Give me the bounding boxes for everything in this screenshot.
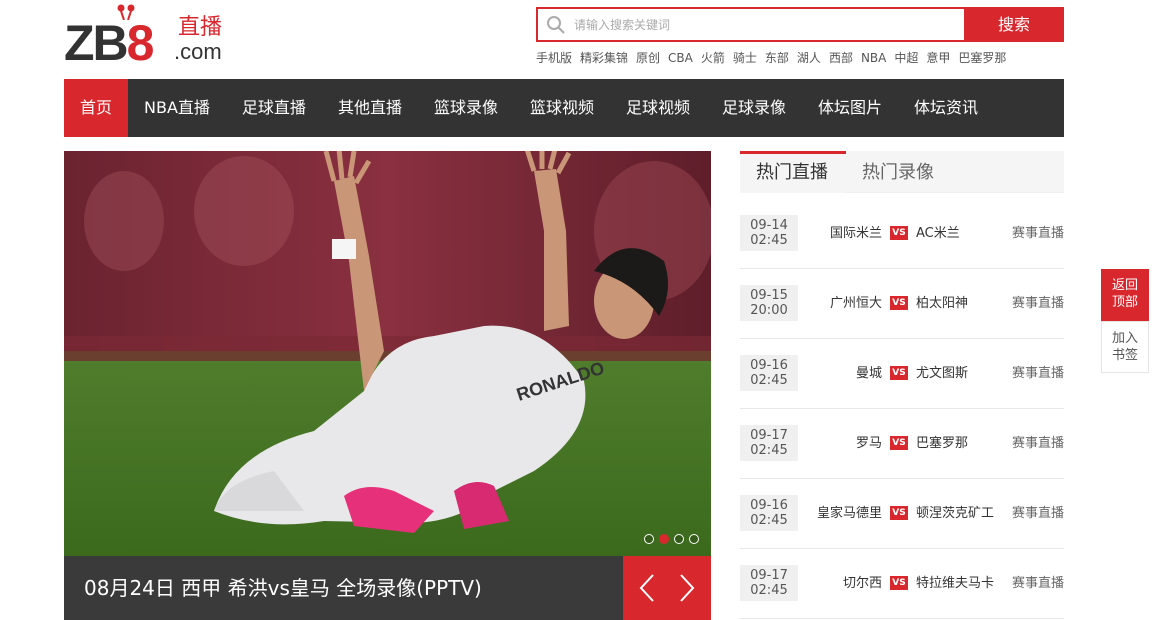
slider-dots <box>644 534 699 544</box>
hotword-link[interactable]: 骑士 <box>733 51 757 65</box>
nav-item-basketball-video[interactable]: 篮球视频 <box>514 79 610 137</box>
away-team[interactable]: 特拉维夫马卡 <box>916 572 994 591</box>
away-team[interactable]: AC米兰 <box>916 222 960 241</box>
hotword-link[interactable]: 意甲 <box>926 51 950 65</box>
hotword-link[interactable]: CBA <box>668 51 693 65</box>
search-box: 搜索 <box>536 7 1064 42</box>
hot-keywords: 手机版 精彩集锦 原创 CBA 火箭 骑士 东部 湖人 西部 NBA 中超 意甲 巴塞罗那 <box>536 49 1014 66</box>
vs-badge: VS <box>890 366 908 380</box>
search-button[interactable]: 搜索 <box>964 7 1064 42</box>
match-row: 09-16 02:45 曼城 VS 尤文图斯 赛事直播 <box>740 339 1064 409</box>
hotword-link[interactable]: NBA <box>861 51 886 65</box>
match-row: 09-14 02:45 国际米兰 VS AC米兰 赛事直播 <box>740 199 1064 269</box>
match-row: 09-15 20:00 广州恒大 VS 柏太阳神 赛事直播 <box>740 269 1064 339</box>
site-logo[interactable]: ZB8 直播 .com <box>64 4 234 68</box>
match-row: 09-17 02:45 切尔西 VS 特拉维夫马卡 赛事直播 <box>740 549 1064 619</box>
nav-item-basketball-replay[interactable]: 篮球录像 <box>418 79 514 137</box>
match-live-link[interactable]: 赛事直播 <box>1012 502 1064 521</box>
away-team[interactable]: 巴塞罗那 <box>916 432 968 451</box>
featured-slider: RONALDO 08月24日 西甲 希洪vs皇马 全场录像(PPTV) <box>64 151 711 620</box>
nav-item-football-live[interactable]: 足球直播 <box>226 79 322 137</box>
match-list: 09-14 02:45 国际米兰 VS AC米兰 赛事直播 09-15 20:00 … <box>740 199 1064 619</box>
vs-badge: VS <box>890 576 908 590</box>
vs-badge: VS <box>890 436 908 450</box>
match-live-link[interactable]: 赛事直播 <box>1012 362 1064 381</box>
home-team[interactable]: 国际米兰 <box>830 222 882 241</box>
nav-item-sports-news[interactable]: 体坛资讯 <box>898 79 994 137</box>
nav-item-home[interactable]: 首页 <box>64 79 129 137</box>
nav-item-football-replay[interactable]: 足球录像 <box>706 79 802 137</box>
match-datetime: 09-16 02:45 <box>740 355 798 391</box>
logo-domain: .com <box>174 39 222 64</box>
home-team[interactable]: 罗马 <box>856 432 882 451</box>
match-live-link[interactable]: 赛事直播 <box>1012 432 1064 451</box>
hot-panel: 热门直播 热门录像 09-14 02:45 国际米兰 VS AC米兰 赛事直播 0… <box>740 151 1064 620</box>
hotword-link[interactable]: 湖人 <box>797 51 821 65</box>
slide-caption[interactable]: 08月24日 西甲 希洪vs皇马 全场录像(PPTV) <box>64 556 623 620</box>
floating-tools: 返回 顶部 加入 书签 <box>1101 269 1149 373</box>
hotword-link[interactable]: 巴塞罗那 <box>958 51 1006 65</box>
logo-wordmark: ZB8 <box>64 15 154 71</box>
home-team[interactable]: 切尔西 <box>843 572 882 591</box>
home-team[interactable]: 皇家马德里 <box>817 502 882 521</box>
match-datetime: 09-17 02:45 <box>740 425 798 461</box>
match-live-link[interactable]: 赛事直播 <box>1012 222 1064 241</box>
slider-dot[interactable] <box>674 534 684 544</box>
slider-dot-active[interactable] <box>659 534 669 544</box>
match-row: 09-17 02:45 罗马 VS 巴塞罗那 赛事直播 <box>740 409 1064 479</box>
hotword-link[interactable]: 中超 <box>894 51 918 65</box>
hotword-link[interactable]: 手机版 <box>536 51 572 65</box>
match-datetime: 09-15 20:00 <box>740 285 798 321</box>
slider-dot[interactable] <box>689 534 699 544</box>
tab-hot-live[interactable]: 热门直播 <box>740 151 846 193</box>
vs-badge: VS <box>890 226 908 240</box>
match-live-link[interactable]: 赛事直播 <box>1012 572 1064 591</box>
chevron-left-icon[interactable] <box>635 572 659 604</box>
featured-photo[interactable]: RONALDO <box>64 151 711 556</box>
away-team[interactable]: 顿涅茨克矿工 <box>916 502 994 521</box>
logo-zhibo: 直播 <box>178 15 223 40</box>
nav-item-other-live[interactable]: 其他直播 <box>322 79 418 137</box>
hotword-link[interactable]: 原创 <box>636 51 660 65</box>
slider-dot[interactable] <box>644 534 654 544</box>
match-datetime: 09-17 02:45 <box>740 565 798 601</box>
back-to-top-button[interactable]: 返回 顶部 <box>1101 269 1149 321</box>
nav-item-football-video[interactable]: 足球视频 <box>610 79 706 137</box>
away-team[interactable]: 柏太阳神 <box>916 292 968 311</box>
away-team[interactable]: 尤文图斯 <box>916 362 968 381</box>
vs-badge: VS <box>890 506 908 520</box>
nav-item-nba-live[interactable]: NBA直播 <box>128 79 226 137</box>
match-row: 09-16 02:45 皇家马德里 VS 顿涅茨克矿工 赛事直播 <box>740 479 1064 549</box>
nav-item-sports-photos[interactable]: 体坛图片 <box>802 79 898 137</box>
home-team[interactable]: 广州恒大 <box>830 292 882 311</box>
add-bookmark-button[interactable]: 加入 书签 <box>1101 321 1149 373</box>
match-datetime: 09-14 02:45 <box>740 215 798 251</box>
search-icon <box>547 16 565 34</box>
home-team[interactable]: 曼城 <box>856 362 882 381</box>
tab-hot-replay[interactable]: 热门录像 <box>846 151 950 193</box>
match-datetime: 09-16 02:45 <box>740 495 798 531</box>
vs-badge: VS <box>890 296 908 310</box>
hotword-link[interactable]: 精彩集锦 <box>580 51 628 65</box>
chevron-right-icon[interactable] <box>675 572 699 604</box>
search-input[interactable] <box>574 9 964 40</box>
panel-tabs: 热门直播 热门录像 <box>740 151 1064 193</box>
hotword-link[interactable]: 火箭 <box>701 51 725 65</box>
slider-controls <box>623 556 711 620</box>
main-nav: 首页 NBA直播 足球直播 其他直播 篮球录像 篮球视频 足球视频 足球录像 体… <box>64 79 1064 137</box>
hotword-link[interactable]: 东部 <box>765 51 789 65</box>
match-live-link[interactable]: 赛事直播 <box>1012 292 1064 311</box>
hotword-link[interactable]: 西部 <box>829 51 853 65</box>
